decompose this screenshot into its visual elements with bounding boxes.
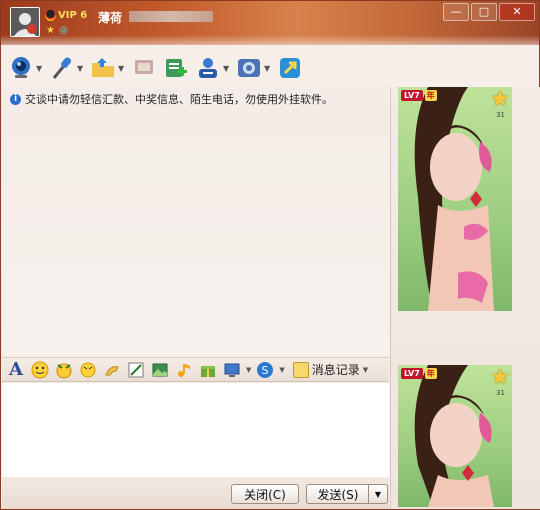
avatar[interactable] (10, 7, 40, 37)
star-icon: ★ (490, 87, 510, 112)
chevron-down-icon[interactable]: ▼ (77, 64, 85, 73)
magic-emoji-button[interactable] (54, 360, 74, 380)
year-badge: 年 (424, 368, 437, 379)
level-label: LV7 (401, 90, 423, 101)
star-count: 31 (496, 389, 505, 397)
chevron-down-icon[interactable]: ▼ (36, 64, 44, 73)
window-header: VIP 6 薄荷 ★ ◎ — □ ✕ (1, 1, 539, 45)
chevron-down-icon[interactable]: ▼ (264, 64, 272, 73)
document-icon (292, 361, 309, 378)
monitor-icon (224, 363, 240, 377)
send-image-button[interactable] (150, 360, 170, 380)
star-icon: ★ (490, 365, 510, 390)
webcam-icon (7, 54, 35, 82)
bottom-bar: 关闭(C) 发送(S) ▼ (2, 477, 389, 509)
chat-window: VIP 6 薄荷 ★ ◎ — □ ✕ ▼ ▼ ▼ ▼ ▼ i 交谈中请勿轻信汇款… (0, 0, 540, 510)
settings-button[interactable]: ▼ (235, 52, 272, 84)
remote-assist-icon (276, 54, 304, 82)
contact-signature-blurred (129, 11, 213, 22)
scissors-icon (128, 362, 144, 377)
share-screen-button[interactable] (222, 360, 242, 380)
self-show-photo[interactable]: LV7 年 ★ 31 (398, 365, 512, 507)
video-call-button[interactable]: ▼ (7, 52, 44, 84)
send-file-button[interactable]: ▼ (89, 52, 126, 84)
minimize-button[interactable]: — (443, 3, 469, 21)
soso-icon: S (257, 361, 274, 378)
level-label: LV7 (401, 368, 423, 379)
message-history-button[interactable]: 消息记录 ▼ (292, 361, 369, 378)
emoji-button[interactable] (30, 360, 50, 380)
status-icons: ★ ◎ (45, 25, 69, 36)
screenshot-button[interactable] (126, 360, 146, 380)
settings-icon (235, 54, 263, 82)
send-button[interactable]: 发送(S) (306, 484, 369, 504)
qq-penguin-icon (45, 9, 56, 21)
message-history-label: 消息记录 (311, 363, 360, 377)
group-button[interactable]: ▼ (194, 52, 231, 84)
star-count: 31 (496, 111, 505, 119)
chevron-down-icon[interactable]: ▼ (279, 366, 284, 374)
folder-icon (89, 54, 117, 82)
phone-icon (130, 54, 158, 82)
chevron-down-icon[interactable]: ▼ (246, 366, 251, 374)
profile-sidebar: LV7 年 ★ 31 LV7 年 ★ 31 (390, 87, 540, 509)
year-badge: 年 (424, 90, 437, 101)
level-badge: LV7 年 (401, 90, 437, 101)
message-history-area[interactable]: i 交谈中请勿轻信汇款、中奖信息、陌生电话，勿使用外挂软件。 (2, 87, 389, 355)
maximize-button[interactable]: □ (471, 3, 497, 21)
hand-icon (105, 365, 119, 375)
voice-call-button[interactable]: ▼ (48, 52, 85, 84)
smiley-icon (31, 361, 49, 378)
music-button[interactable] (174, 360, 194, 380)
top-toolbar: ▼ ▼ ▼ ▼ ▼ (7, 49, 304, 87)
send-options-dropdown[interactable]: ▼ (368, 484, 388, 504)
security-notice: i 交谈中请勿轻信汇款、中奖信息、陌生电话，勿使用外挂软件。 (10, 91, 333, 107)
input-toolbar: A ▼ S ▼ 消息记录 ▼ (2, 357, 389, 382)
window-controls: — □ ✕ (443, 3, 535, 21)
security-notice-text: 交谈中请勿轻信汇款、中奖信息、陌生电话，勿使用外挂软件。 (25, 93, 333, 106)
chevron-down-icon: ▼ (362, 365, 369, 374)
image-icon (152, 363, 168, 376)
gift-icon (201, 365, 215, 377)
vip-label: VIP 6 (58, 9, 88, 21)
add-app-icon (162, 54, 190, 82)
svg-text:S: S (262, 364, 269, 377)
contact-name: 薄荷 (98, 11, 123, 25)
shake-icon (80, 362, 96, 377)
soso-button[interactable]: S (255, 360, 275, 380)
level-badge: LV7 年 (401, 368, 437, 379)
font-button[interactable]: A (6, 359, 26, 380)
vip-badge: VIP 6 (45, 9, 87, 21)
chevron-down-icon[interactable]: ▼ (118, 64, 126, 73)
close-button[interactable]: 关闭(C) (231, 484, 299, 504)
chevron-down-icon[interactable]: ▼ (223, 64, 231, 73)
star-icon[interactable]: ★ (45, 25, 56, 36)
message-input[interactable] (2, 383, 389, 477)
group-icon (194, 54, 222, 82)
voice-message-button[interactable] (102, 360, 122, 380)
microphone-icon (48, 54, 76, 82)
add-app-button[interactable] (162, 52, 190, 84)
contact-show-photo[interactable]: LV7 年 ★ 31 (398, 87, 512, 311)
phone-button[interactable] (130, 52, 158, 84)
magic-face-icon (56, 363, 72, 378)
close-window-button[interactable]: ✕ (499, 3, 535, 21)
shake-button[interactable] (78, 360, 98, 380)
remote-assist-button[interactable] (276, 52, 304, 84)
qzone-icon[interactable]: ◎ (58, 25, 69, 36)
gift-button[interactable] (198, 360, 218, 380)
music-icon (178, 363, 190, 377)
info-icon: i (10, 93, 21, 105)
